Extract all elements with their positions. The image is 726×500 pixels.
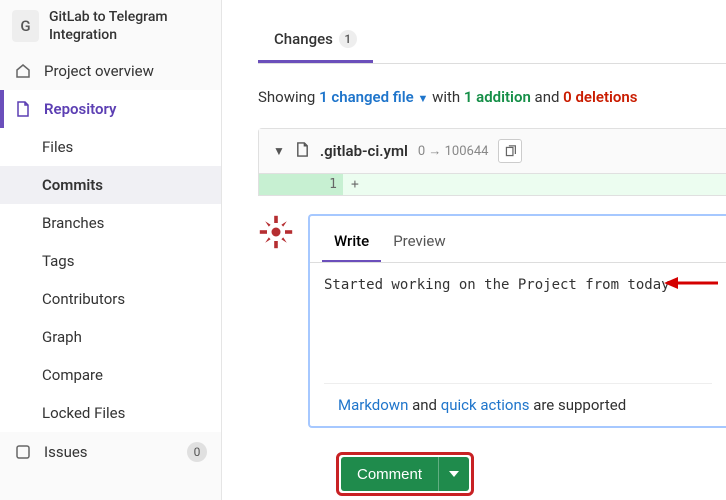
diff-plus: + (343, 174, 367, 195)
home-icon (14, 62, 32, 80)
repository-subnav: Files Commits Branches Tags Contributors… (0, 128, 221, 432)
quick-actions-link[interactable]: quick actions (441, 396, 530, 414)
file-name[interactable]: .gitlab-ci.yml (320, 142, 408, 160)
changed-files-link[interactable]: 1 changed file (319, 88, 414, 106)
tab-changes[interactable]: Changes 1 (258, 18, 373, 63)
new-line-gutter: 1 (301, 174, 343, 195)
sidebar-item-locked-files[interactable]: Locked Files (0, 394, 221, 432)
main-content: Changes 1 Showing 1 changed file ▼ with … (222, 0, 726, 500)
nav-label: Repository (44, 100, 116, 118)
editor-tabs: Write Preview (310, 216, 726, 263)
file-doc-icon (295, 142, 310, 161)
hint-supported: are supported (529, 396, 626, 414)
old-line-gutter (259, 174, 301, 195)
project-avatar: G (12, 10, 39, 42)
issues-icon (14, 443, 32, 461)
sidebar-item-branches[interactable]: Branches (0, 204, 221, 242)
comment-button-label: Comment (341, 466, 438, 483)
sidebar-item-tags[interactable]: Tags (0, 242, 221, 280)
comment-dropdown-toggle[interactable] (438, 457, 469, 491)
chevron-down-icon[interactable]: ▼ (417, 92, 428, 105)
sidebar: G GitLab to Telegram Integration Project… (0, 0, 222, 500)
file-mode: 0 → 100644 (418, 143, 489, 159)
project-title: GitLab to Telegram Integration (49, 8, 209, 44)
comment-box: Write Preview Started working on the Pro… (308, 214, 726, 428)
issues-badge: 0 (187, 442, 207, 462)
deletions-count: 0 deletions (563, 88, 637, 106)
nav-label: Project overview (44, 62, 154, 80)
nav-label: Issues (44, 443, 88, 461)
sidebar-item-graph[interactable]: Graph (0, 318, 221, 356)
tab-preview[interactable]: Preview (381, 222, 457, 262)
file-diff-block: ▼ .gitlab-ci.yml 0 → 100644 1 + (258, 128, 726, 196)
collapse-chevron-icon[interactable]: ▼ (273, 144, 285, 158)
changes-count: 1 (339, 30, 357, 48)
additions-count: 1 addition (464, 88, 531, 106)
hint-and: and (408, 396, 440, 414)
nav-project-overview[interactable]: Project overview (0, 52, 221, 90)
copy-path-button[interactable] (498, 139, 522, 163)
sidebar-item-commits[interactable]: Commits (0, 166, 221, 204)
tab-write[interactable]: Write (322, 222, 381, 262)
file-header: ▼ .gitlab-ci.yml 0 → 100644 (259, 129, 726, 174)
summary-with: with (428, 88, 464, 106)
summary-prefix: Showing (258, 88, 319, 106)
sidebar-item-contributors[interactable]: Contributors (0, 280, 221, 318)
project-header[interactable]: G GitLab to Telegram Integration (0, 0, 221, 52)
diff-summary: Showing 1 changed file ▼ with 1 addition… (258, 88, 726, 106)
nav-repository[interactable]: Repository (0, 90, 221, 128)
diff-line: 1 + (259, 174, 726, 195)
sidebar-item-compare[interactable]: Compare (0, 356, 221, 394)
sidebar-item-files[interactable]: Files (0, 128, 221, 166)
comment-textarea[interactable]: Started working on the Project from toda… (310, 263, 726, 383)
nav-issues[interactable]: Issues 0 (0, 432, 221, 472)
file-icon (14, 100, 32, 118)
comment-button[interactable]: Comment (341, 457, 469, 491)
comment-button-highlight: Comment (336, 452, 474, 496)
commit-tabs: Changes 1 (258, 18, 726, 64)
markdown-hint: Markdown and quick actions are supported (324, 383, 712, 426)
user-avatar (258, 214, 294, 250)
markdown-link[interactable]: Markdown (338, 396, 408, 414)
tab-label: Changes (274, 30, 333, 48)
summary-and: and (531, 88, 563, 106)
comment-area: Write Preview Started working on the Pro… (258, 214, 726, 428)
